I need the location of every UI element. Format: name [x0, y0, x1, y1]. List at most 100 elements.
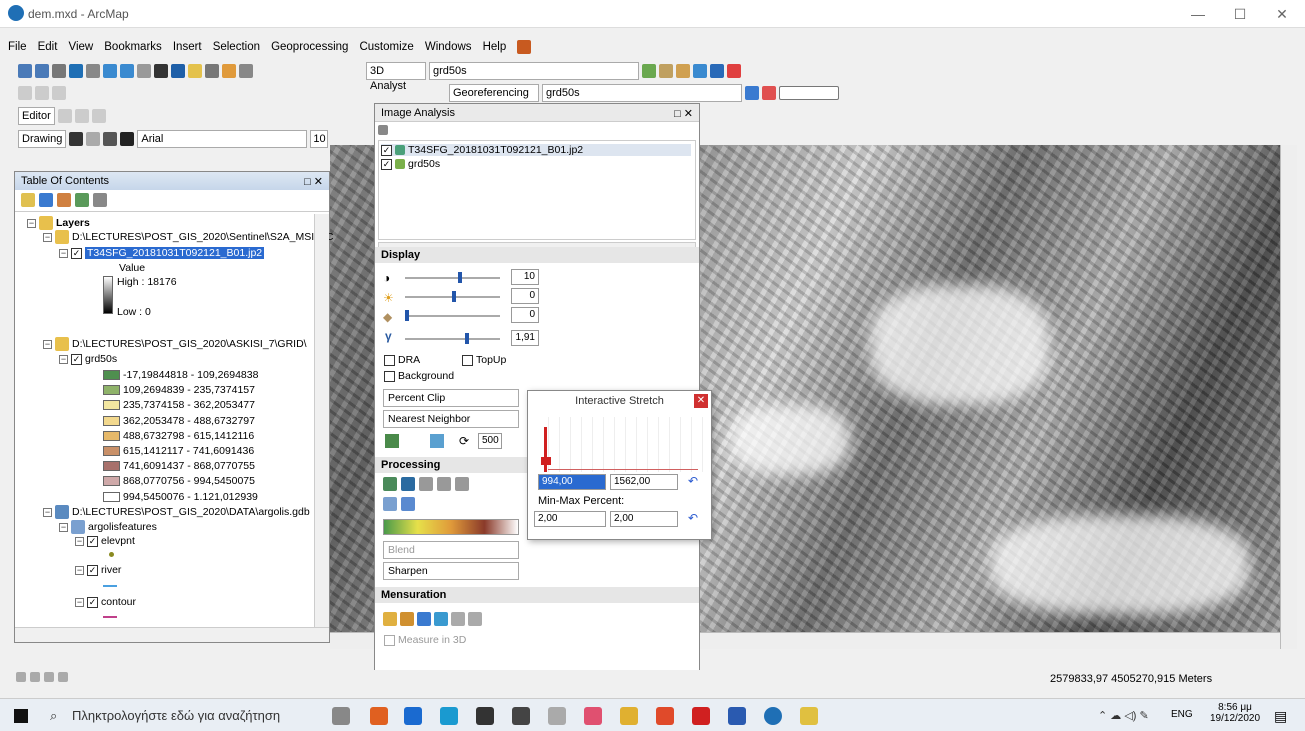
minimize-icon[interactable]: —: [1178, 4, 1218, 24]
brightness-value[interactable]: 0: [511, 288, 539, 304]
data-view-icon[interactable]: [16, 672, 26, 682]
collapse-icon[interactable]: −: [75, 565, 84, 575]
terminal-icon[interactable]: [512, 707, 530, 725]
select-pointer-icon[interactable]: [69, 132, 84, 146]
topup-option[interactable]: TopUp: [462, 354, 506, 366]
word-icon[interactable]: [728, 707, 746, 725]
collapse-icon[interactable]: −: [59, 522, 68, 532]
centroid-icon[interactable]: [434, 612, 448, 626]
layer-options-icon[interactable]: [378, 125, 388, 138]
menu-view[interactable]: View: [68, 41, 93, 53]
edge-icon[interactable]: [440, 707, 458, 725]
clip-icon[interactable]: [383, 477, 397, 491]
arcmap-taskbar-icon[interactable]: [764, 707, 782, 725]
zoom-in-icon[interactable]: [18, 64, 32, 78]
collapse-icon[interactable]: −: [43, 339, 52, 349]
measure-in-3d-checkbox[interactable]: [384, 634, 395, 646]
gdb-node[interactable]: − D:\LECTURES\POST_GIS_2020\DATA\argolis.…: [43, 505, 310, 519]
clock[interactable]: 8:56 μμ 19/12/2020: [1210, 702, 1260, 724]
ndvi-icon[interactable]: [455, 477, 469, 491]
mail-icon[interactable]: [404, 707, 422, 725]
orthorectify-icon[interactable]: [401, 497, 415, 511]
color-ramp-select[interactable]: [383, 519, 519, 535]
text-tool-icon[interactable]: [120, 132, 135, 146]
list-by-drawing-order-icon[interactable]: [21, 193, 35, 207]
percent-min-input[interactable]: 2,00: [534, 511, 606, 527]
layer-checkbox[interactable]: ✓: [381, 144, 392, 156]
map-vertical-scrollbar[interactable]: [1280, 145, 1297, 649]
forward-icon[interactable]: [120, 64, 134, 78]
collapse-icon[interactable]: −: [59, 248, 68, 258]
catalog-icon[interactable]: [517, 40, 532, 54]
sentinel-group-node[interactable]: − D:\LECTURES\POST_GIS_2020\Sentinel\S2A_…: [43, 230, 333, 244]
contrast-value[interactable]: 10: [511, 269, 539, 285]
blend-select[interactable]: Blend: [383, 541, 519, 559]
list-by-visibility-icon[interactable]: [57, 193, 71, 207]
menu-bookmarks[interactable]: Bookmarks: [104, 41, 162, 53]
layer-row[interactable]: ✓ grd50s: [381, 158, 440, 170]
steepest-path-icon[interactable]: [676, 64, 690, 78]
class-legend-item[interactable]: 615,1412117 - 741,6091436: [103, 445, 254, 457]
river-visibility-checkbox[interactable]: ✓: [87, 564, 98, 576]
chrome-icon[interactable]: [656, 707, 674, 725]
grid-layer-node[interactable]: − ✓ grd50s: [59, 353, 117, 365]
notes-icon[interactable]: [800, 707, 818, 725]
identify-icon[interactable]: [171, 64, 185, 78]
menu-insert[interactable]: Insert: [173, 41, 202, 53]
class-legend-item[interactable]: 362,2053478 - 488,6732797: [103, 415, 255, 427]
measure-icon[interactable]: [205, 64, 219, 78]
collapse-icon[interactable]: −: [75, 597, 84, 607]
options-icon[interactable]: [93, 193, 107, 207]
toc-vertical-scrollbar[interactable]: [314, 214, 329, 628]
html-popup-icon[interactable]: [239, 64, 253, 78]
snip-icon[interactable]: [548, 707, 566, 725]
image-analysis-close-icon[interactable]: □ ✕: [674, 107, 693, 120]
task-view-icon[interactable]: [332, 707, 350, 725]
fixed-zoom-icon[interactable]: [86, 64, 100, 78]
editor-dropdown[interactable]: Editor: [18, 107, 55, 125]
toc-close-icon[interactable]: □ ✕: [304, 175, 323, 188]
stretch-min-input[interactable]: 994,00: [538, 474, 606, 490]
gamma-value[interactable]: 1,91: [511, 330, 539, 346]
transparency-value[interactable]: 0: [511, 307, 539, 323]
search-icon[interactable]: ⌕: [50, 708, 57, 724]
contour-layer-node[interactable]: − ✓ contour: [75, 596, 136, 608]
contour-visibility-checkbox[interactable]: ✓: [87, 596, 98, 608]
class-legend-item[interactable]: 488,6732798 - 615,1412116: [103, 430, 254, 442]
percent-max-input[interactable]: 2,00: [610, 511, 678, 527]
trace-icon[interactable]: [91, 109, 106, 123]
collapse-icon[interactable]: −: [75, 536, 84, 546]
reset-icon[interactable]: ↶: [688, 474, 698, 488]
class-legend-item[interactable]: 868,0770756 - 994,5450075: [103, 475, 255, 487]
distance-icon[interactable]: [451, 612, 465, 626]
elevpnt-visibility-checkbox[interactable]: ✓: [87, 535, 98, 547]
windows-start-icon[interactable]: [14, 709, 28, 723]
topup-checkbox[interactable]: [462, 354, 473, 366]
height-tool-icon[interactable]: [383, 612, 397, 626]
display-section-header[interactable]: Display: [375, 247, 699, 263]
background-checkbox[interactable]: [384, 370, 395, 382]
menu-selection[interactable]: Selection: [213, 41, 260, 53]
class-legend-item[interactable]: 741,6091437 - 868,0770755: [103, 460, 255, 472]
language-indicator[interactable]: ENG: [1171, 709, 1193, 720]
hyperlink-icon[interactable]: [222, 64, 236, 78]
select-features-icon[interactable]: [137, 64, 151, 78]
georeferencing-layer-select[interactable]: grd50s: [542, 84, 742, 102]
vertex-icon[interactable]: [35, 86, 49, 100]
menu-customize[interactable]: Customize: [359, 41, 413, 53]
toc-horizontal-scrollbar[interactable]: [15, 627, 329, 642]
list-by-source-icon[interactable]: [39, 193, 53, 207]
back-icon[interactable]: [103, 64, 117, 78]
pan-icon[interactable]: [52, 64, 66, 78]
file-explorer-icon[interactable]: [620, 707, 638, 725]
add-control-points-icon[interactable]: [745, 86, 759, 100]
maximize-icon[interactable]: ☐: [1220, 4, 1260, 24]
histogram-plot[interactable]: [538, 417, 704, 472]
layer-row[interactable]: ✓ T34SFG_20181031T092121_B01.jp2: [381, 144, 691, 156]
background-option[interactable]: Background: [384, 370, 454, 382]
dra-option[interactable]: DRA: [384, 354, 420, 366]
mensuration-section-header[interactable]: Mensuration: [375, 587, 699, 603]
zoom-to-raster-icon[interactable]: [385, 434, 399, 448]
straight-segment-icon[interactable]: [74, 109, 89, 123]
sharpen-select[interactable]: Sharpen: [383, 562, 519, 580]
